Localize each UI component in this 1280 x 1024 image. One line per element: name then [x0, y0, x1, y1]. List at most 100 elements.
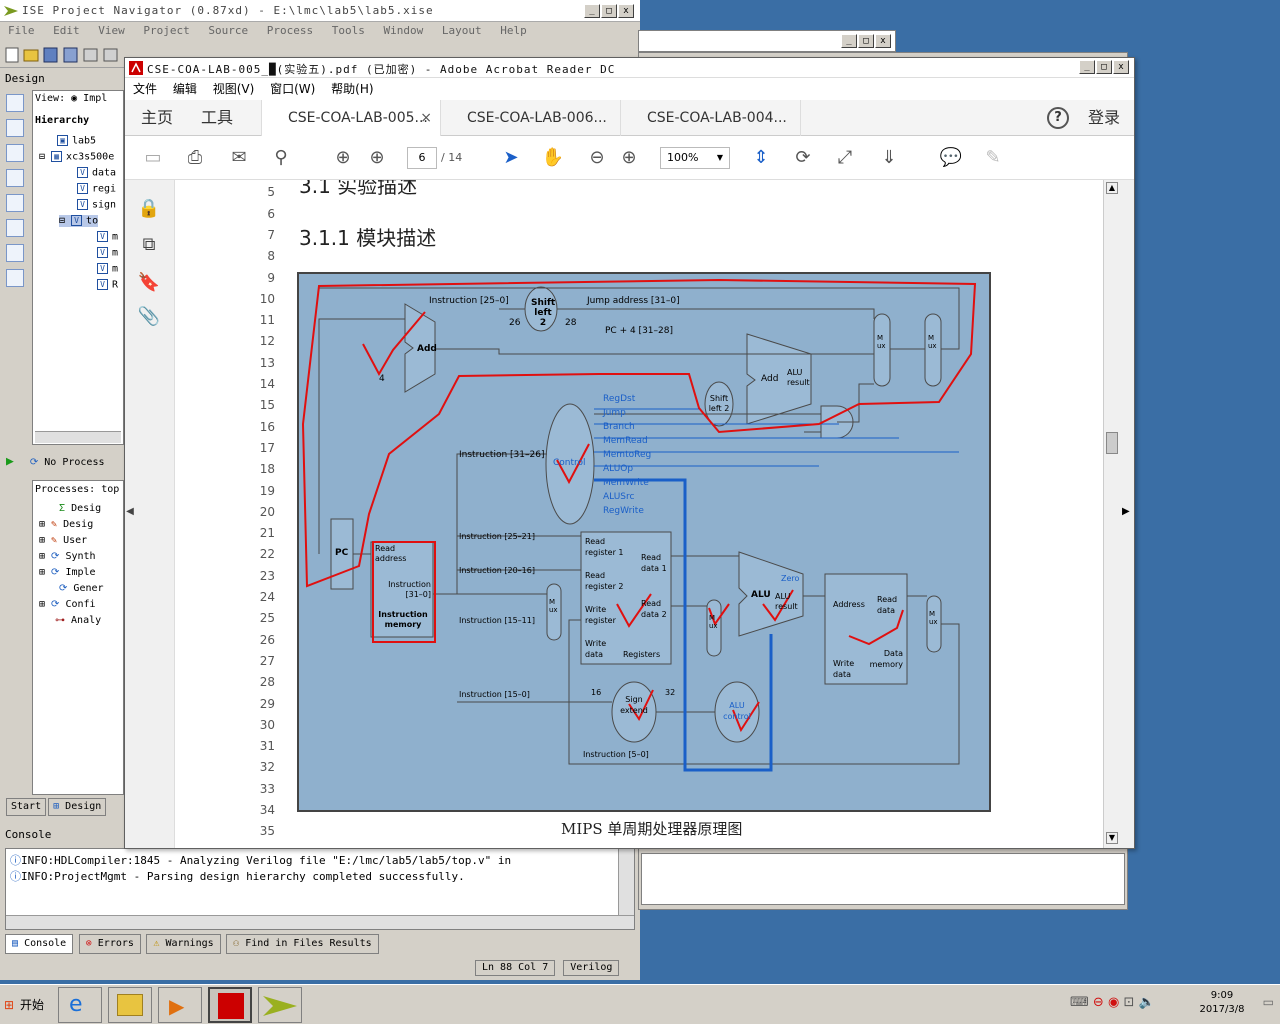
side-tool-icon[interactable]: [6, 144, 24, 162]
media-taskbar-button[interactable]: ▶: [158, 987, 202, 1023]
process-item[interactable]: ⊞ ⟳ Imple: [39, 567, 96, 578]
ise-close-button[interactable]: x: [618, 4, 634, 18]
menu-edit[interactable]: 编辑: [173, 82, 197, 96]
tree-item-top[interactable]: ⊟ Vto: [59, 215, 99, 227]
console-hscroll[interactable]: [6, 915, 634, 929]
tree-item-source[interactable]: Vregi: [77, 183, 116, 195]
ise-title-bar[interactable]: ISE Project Navigator (0.87xd) - E:\lmc\…: [0, 0, 640, 22]
side-tool-icon[interactable]: [6, 269, 24, 287]
attachment-icon[interactable]: 📎: [137, 306, 161, 330]
menu-edit[interactable]: Edit: [53, 24, 80, 37]
expand-right-icon[interactable]: ▶: [1122, 506, 1130, 517]
bg-close-button[interactable]: x: [875, 34, 891, 48]
acrobat-maximize-button[interactable]: □: [1096, 60, 1112, 74]
ise-toolbar-icons[interactable]: [4, 46, 124, 64]
tree-item-source[interactable]: Vsign: [77, 199, 116, 211]
ise-maximize-button[interactable]: □: [601, 4, 617, 18]
menu-project[interactable]: Project: [143, 24, 189, 37]
close-tab-icon[interactable]: ×: [420, 100, 432, 136]
bookmark-icon[interactable]: 🔖: [137, 272, 161, 296]
run-icon[interactable]: ▶: [6, 454, 14, 469]
hand-tool-icon[interactable]: ✋: [541, 146, 565, 170]
comment-icon[interactable]: 💬: [939, 146, 963, 170]
menu-help[interactable]: Help: [500, 24, 527, 37]
zoom-in-icon[interactable]: ⊕: [617, 146, 641, 170]
side-tool-icon[interactable]: [6, 169, 24, 187]
show-desktop-icon[interactable]: ▭: [1263, 995, 1274, 1009]
tree-item-source[interactable]: Vm: [97, 231, 118, 243]
document-tab[interactable]: CSE-COA-LAB-006...: [441, 100, 621, 136]
tab-errors[interactable]: ⊗ Errors: [78, 934, 141, 954]
tab-find-in-files[interactable]: ⚇ Find in Files Results: [226, 934, 379, 954]
lock-icon[interactable]: 🔒: [137, 198, 161, 222]
ise-taskbar-button[interactable]: [258, 987, 302, 1023]
document-viewport[interactable]: 4 5 6 7 8 9 10 11 12 13 14 15 16 17 18 19 20 21 22 23 24 25 26…: [185, 180, 1105, 848]
collapse-left-icon[interactable]: ◀: [125, 506, 135, 530]
menu-view[interactable]: View: [98, 24, 125, 37]
menu-file[interactable]: File: [8, 24, 35, 37]
document-vscroll[interactable]: ▲ ▼: [1103, 180, 1120, 848]
zoom-select[interactable]: 100% ▼: [660, 147, 730, 169]
explorer-taskbar-button[interactable]: [108, 987, 152, 1023]
ise-minimize-button[interactable]: _: [584, 4, 600, 18]
login-button[interactable]: 登录: [1088, 100, 1120, 136]
menu-file[interactable]: 文件: [133, 82, 157, 96]
ie-taskbar-button[interactable]: e: [58, 987, 102, 1023]
process-item[interactable]: Σ Desig: [39, 503, 101, 514]
menu-process[interactable]: Process: [267, 24, 313, 37]
menu-tools[interactable]: Tools: [332, 24, 365, 37]
clock[interactable]: 9:09 2017/3/8: [1192, 989, 1252, 1017]
scroll-down-icon[interactable]: ▼: [1106, 832, 1118, 844]
tree-item-source[interactable]: VR: [97, 279, 118, 291]
menu-window[interactable]: 窗口(W): [270, 82, 315, 96]
tab-console[interactable]: ▤ Console: [5, 934, 74, 954]
email-icon[interactable]: ✉: [227, 146, 251, 170]
hierarchy-hscroll[interactable]: [35, 431, 121, 443]
document-tab-active[interactable]: CSE-COA-LAB-005... ×: [261, 100, 441, 136]
menu-layout[interactable]: Layout: [442, 24, 482, 37]
acrobat-title-bar[interactable]: CSE-COA-LAB-005_█(实验五).pdf (已加密) - Adobe…: [125, 58, 1134, 78]
refresh-icon[interactable]: ⟳: [30, 457, 38, 468]
tree-item-source[interactable]: Vm: [97, 247, 118, 259]
tab-warnings[interactable]: ⚠ Warnings: [146, 934, 221, 954]
print-icon[interactable]: ⎙: [183, 146, 207, 170]
side-tool-icon[interactable]: [6, 244, 24, 262]
process-item[interactable]: ⟳ Gener: [39, 583, 104, 594]
highlight-icon[interactable]: ✎: [981, 146, 1005, 170]
document-tab[interactable]: CSE-COA-LAB-004...: [621, 100, 801, 136]
menu-source[interactable]: Source: [208, 24, 248, 37]
bg-minimize-button[interactable]: _: [841, 34, 857, 48]
menu-help[interactable]: 帮助(H): [331, 82, 373, 96]
side-tool-icon[interactable]: [6, 219, 24, 237]
bg-maximize-button[interactable]: □: [858, 34, 874, 48]
search-icon[interactable]: ⚲: [269, 146, 293, 170]
fullscreen-icon[interactable]: ⤢: [833, 146, 857, 170]
process-item[interactable]: ⊞ ⟳ Confi: [39, 599, 96, 610]
page-number-input[interactable]: 6: [407, 147, 437, 169]
scroll-thumb[interactable]: [1106, 432, 1118, 454]
start-tab[interactable]: Start: [6, 798, 47, 816]
tools-tab[interactable]: 工具: [201, 100, 233, 136]
start-button[interactable]: ⊞ 开始: [2, 989, 54, 1021]
acrobat-minimize-button[interactable]: _: [1079, 60, 1095, 74]
select-tool-icon[interactable]: ➤: [499, 146, 523, 170]
page-down-icon[interactable]: ⊕: [365, 146, 389, 170]
rotate-icon[interactable]: ⟳: [791, 146, 815, 170]
scroll-up-icon[interactable]: ▲: [1106, 182, 1118, 194]
process-item[interactable]: ⊶ Analy: [39, 615, 101, 626]
process-item[interactable]: ⊞ ✎ Desig: [39, 519, 93, 530]
side-tool-icon[interactable]: [6, 194, 24, 212]
tray-icons[interactable]: ⌨ ⊖ ◉ ⊡ 🔈: [1070, 995, 1155, 1010]
pages-icon[interactable]: ⧉: [137, 234, 161, 258]
tree-item-device[interactable]: ⊟ ▦ xc3s500e: [39, 151, 114, 163]
zoom-out-icon[interactable]: ⊖: [585, 146, 609, 170]
scroll-mode-icon[interactable]: ⇓: [877, 146, 901, 170]
fit-page-icon[interactable]: ⇕: [749, 146, 773, 170]
tree-item-source[interactable]: Vdata: [77, 167, 116, 179]
home-tab[interactable]: 主页: [141, 100, 173, 136]
design-tab[interactable]: ⊞ Design: [48, 798, 107, 816]
process-item[interactable]: ⊞ ⟳ Synth: [39, 551, 96, 562]
side-tool-icon[interactable]: [6, 94, 24, 112]
side-tool-icon[interactable]: [6, 119, 24, 137]
menu-view[interactable]: 视图(V): [213, 82, 255, 96]
